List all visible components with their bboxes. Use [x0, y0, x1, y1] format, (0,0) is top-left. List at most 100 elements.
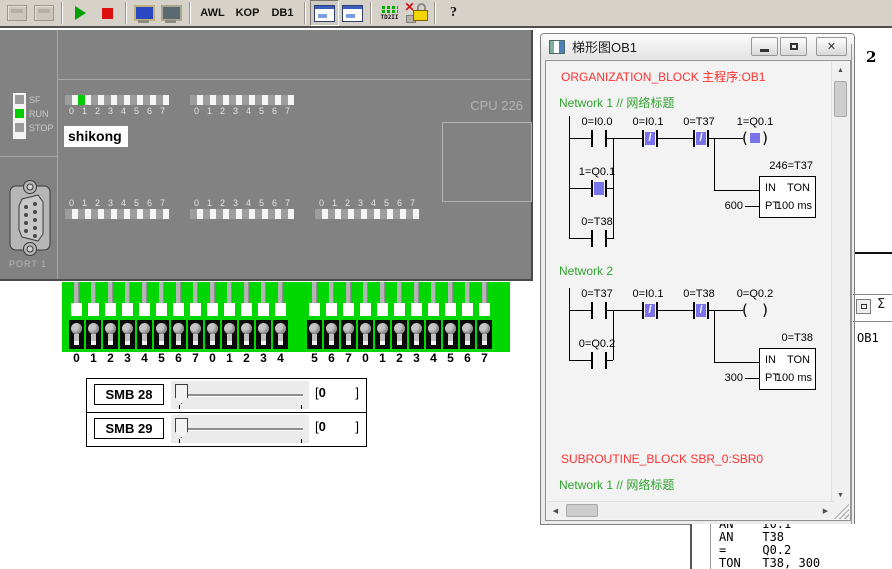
nc-contact-active[interactable]: /	[693, 130, 709, 147]
input-toggle-switch[interactable]	[136, 282, 153, 352]
input-toggle-switch[interactable]	[408, 282, 425, 352]
switch-knob[interactable]	[360, 323, 371, 334]
switch-knob[interactable]	[105, 323, 116, 334]
switch-knob[interactable]	[224, 323, 235, 334]
no-contact[interactable]	[591, 302, 607, 319]
ladder-window-button[interactable]	[310, 0, 339, 26]
switch-knob[interactable]	[173, 323, 184, 334]
kop-view-button[interactable]: KOP	[230, 1, 265, 25]
no-contact[interactable]	[591, 130, 607, 147]
input-toggle-switch[interactable]	[476, 282, 493, 352]
switch-knob[interactable]	[462, 323, 473, 334]
input-toggle-switch[interactable]	[170, 282, 187, 352]
maximize-button[interactable]	[780, 37, 807, 56]
switch-knob[interactable]	[377, 323, 388, 334]
scroll-left-button[interactable]: ◀	[547, 502, 564, 519]
switch-knob[interactable]	[156, 323, 167, 334]
no-contact[interactable]	[591, 352, 607, 369]
switch-knob[interactable]	[258, 323, 269, 334]
input-toggle-switch[interactable]	[221, 282, 238, 352]
input-toggle-switch[interactable]	[102, 282, 119, 352]
hscroll-thumb[interactable]	[566, 504, 598, 517]
ton-label: TON	[787, 354, 810, 366]
monitor-button[interactable]	[131, 1, 158, 25]
led-cell	[104, 95, 117, 105]
no-contact-active[interactable]	[591, 180, 607, 197]
input-toggle-switch[interactable]	[204, 282, 221, 352]
led-gap	[236, 209, 242, 219]
vertical-scrollbar[interactable]: ▲ ▼	[831, 62, 849, 504]
switch-knob[interactable]	[343, 323, 354, 334]
input-toggle-switch[interactable]	[306, 282, 323, 352]
input-toggle-switch[interactable]	[119, 282, 136, 352]
input-toggle-switch[interactable]	[374, 282, 391, 352]
switch-knob[interactable]	[207, 323, 218, 334]
input-toggle-switch[interactable]	[255, 282, 272, 352]
stop-button[interactable]	[94, 1, 121, 25]
switch-knob[interactable]	[190, 323, 201, 334]
switch-knob[interactable]	[445, 323, 456, 334]
input-toggle-switch[interactable]	[68, 282, 85, 352]
switch-knob[interactable]	[88, 323, 99, 334]
nc-contact-active[interactable]: /	[642, 130, 658, 147]
smb29-slider[interactable]	[171, 415, 309, 443]
scroll-up-button[interactable]: ▲	[832, 62, 849, 79]
switch-knob[interactable]	[428, 323, 439, 334]
unlock-button[interactable]: ✕	[403, 1, 430, 25]
awl-view-button[interactable]: AWL	[195, 1, 230, 25]
input-toggle-switch[interactable]	[187, 282, 204, 352]
monitor-off-button[interactable]	[158, 1, 185, 25]
slider-thumb[interactable]	[175, 418, 188, 438]
led-gap	[223, 209, 229, 219]
coil-active[interactable]: ()	[742, 129, 768, 147]
switch-knob[interactable]	[241, 323, 252, 334]
nc-contact-active[interactable]: /	[642, 302, 658, 319]
input-toggle-switch[interactable]	[391, 282, 408, 352]
db1-view-button[interactable]: DB1	[265, 1, 300, 25]
input-toggle-switch[interactable]	[323, 282, 340, 352]
smb28-slider[interactable]	[171, 381, 309, 409]
no-contact[interactable]	[591, 230, 607, 247]
switch-knob[interactable]	[122, 323, 133, 334]
help-button[interactable]: ?	[440, 1, 467, 25]
led-number: 2	[216, 197, 229, 209]
load-program-button[interactable]	[3, 1, 30, 25]
vscroll-thumb[interactable]	[834, 81, 847, 117]
resize-grip[interactable]	[832, 502, 849, 519]
ton-timer-box[interactable]: IN TON PT 100 ms	[759, 348, 816, 390]
coil-inactive[interactable]: ()	[742, 301, 768, 319]
switch-knob[interactable]	[71, 323, 82, 334]
window-titlebar[interactable]: 梯形图OB1 ✕	[541, 34, 854, 59]
switch-knob[interactable]	[326, 323, 337, 334]
status-window-button[interactable]	[339, 1, 366, 25]
led-number: 6	[143, 105, 156, 117]
input-toggle-switch[interactable]	[85, 282, 102, 352]
input-toggle-switch[interactable]	[272, 282, 289, 352]
horizontal-scrollbar[interactable]: ◀ ▶	[547, 501, 834, 519]
ton-timer-box[interactable]: IN TON PT 100 ms	[759, 176, 816, 218]
slider-track[interactable]	[179, 428, 303, 430]
load-data-button[interactable]	[30, 1, 57, 25]
slider-thumb[interactable]	[175, 384, 188, 404]
switch-knob[interactable]	[309, 323, 320, 334]
nc-contact-active[interactable]: /	[693, 302, 709, 319]
input-toggle-switch[interactable]	[425, 282, 442, 352]
slider-track[interactable]	[179, 394, 303, 396]
close-button[interactable]: ✕	[816, 37, 847, 56]
switch-knob[interactable]	[411, 323, 422, 334]
switch-knob[interactable]	[275, 323, 286, 334]
switch-knob[interactable]	[139, 323, 150, 334]
switch-stem	[91, 334, 96, 341]
input-toggle-switch[interactable]	[357, 282, 374, 352]
switch-knob[interactable]	[479, 323, 490, 334]
minimize-button[interactable]	[751, 37, 778, 56]
background-window-button[interactable]	[856, 299, 871, 314]
input-toggle-switch[interactable]	[459, 282, 476, 352]
input-toggle-switch[interactable]	[442, 282, 459, 352]
switch-knob[interactable]	[394, 323, 405, 334]
input-toggle-switch[interactable]	[153, 282, 170, 352]
run-button[interactable]	[67, 1, 94, 25]
td200-button[interactable]: TD2II	[376, 1, 403, 25]
input-toggle-switch[interactable]	[238, 282, 255, 352]
input-toggle-switch[interactable]	[340, 282, 357, 352]
